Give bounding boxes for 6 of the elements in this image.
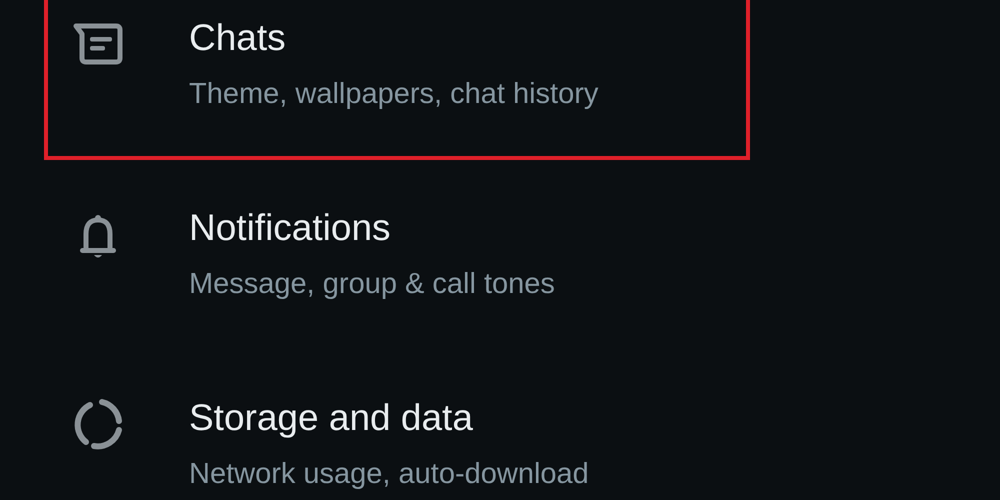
- setting-title[interactable]: Storage and data: [189, 395, 589, 441]
- setting-title[interactable]: Chats: [189, 15, 598, 61]
- setting-description: Network usage, auto-download: [189, 457, 589, 492]
- setting-description: Message, group & call tones: [189, 267, 555, 302]
- setting-description: Theme, wallpapers, chat history: [189, 77, 598, 112]
- setting-title[interactable]: Notifications: [189, 205, 555, 251]
